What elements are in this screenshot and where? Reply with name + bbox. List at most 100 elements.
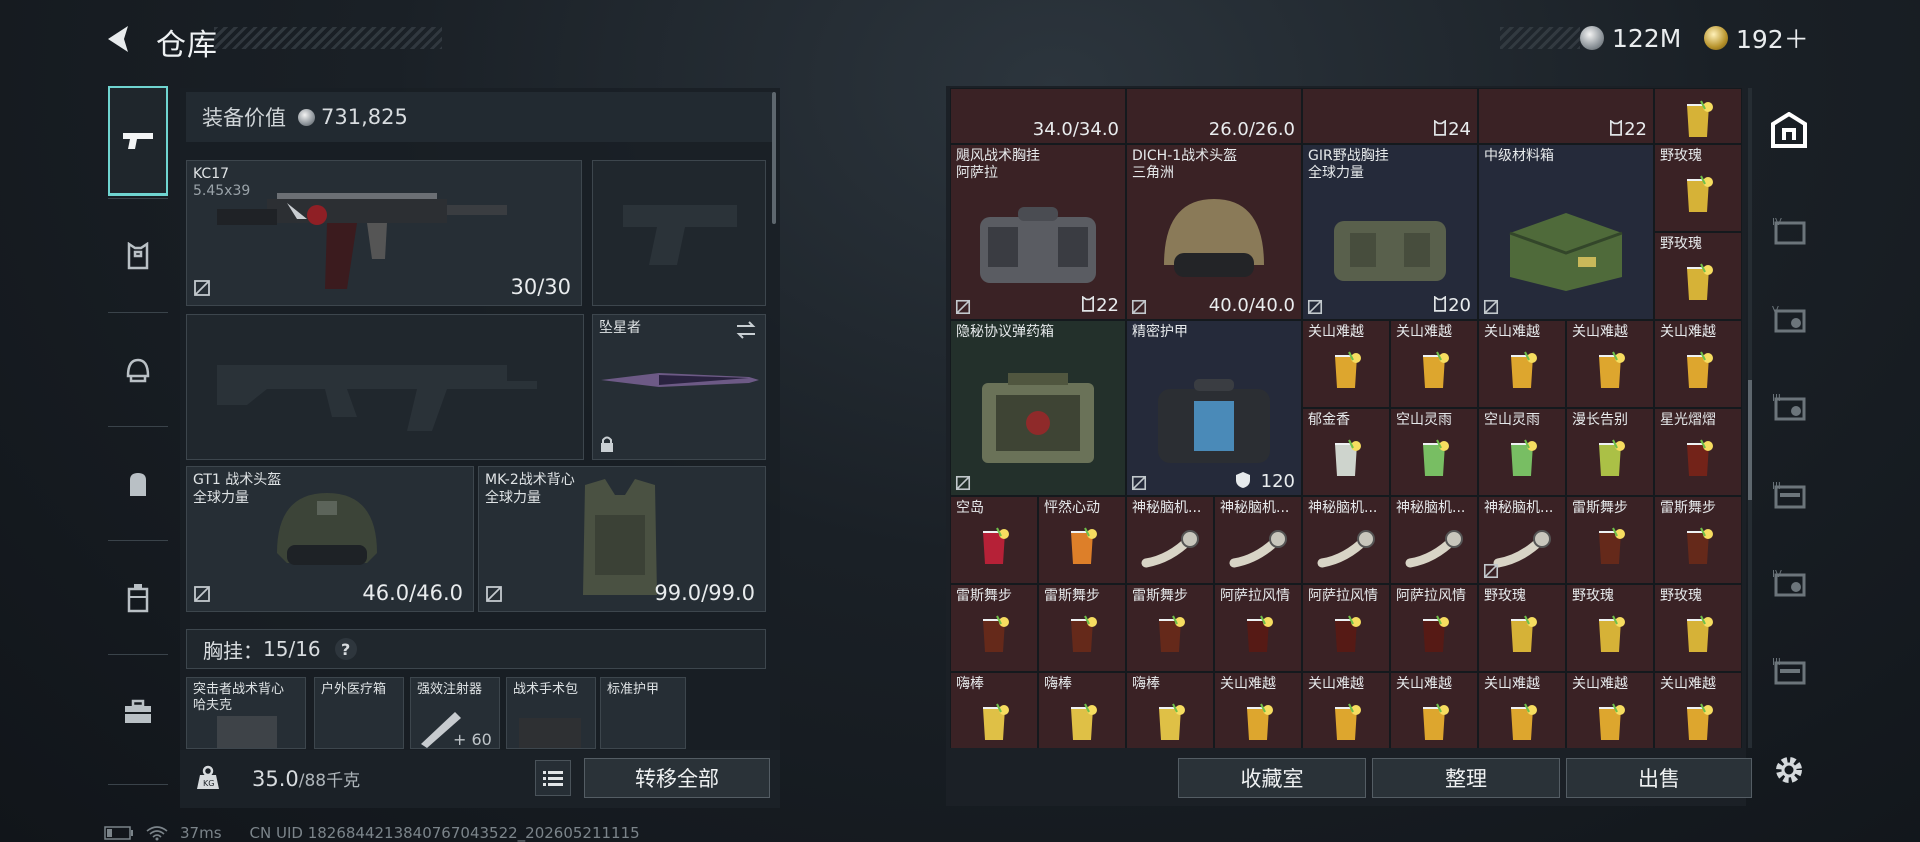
chest-rig-header[interactable]: 胸挂： 15/16 ? [186, 629, 766, 669]
stash-item[interactable]: 关山难越 [1214, 672, 1302, 748]
cocktail-image [1687, 100, 1713, 138]
stash-item[interactable]: 雷斯舞步 [1038, 584, 1126, 672]
cocktail-image [1335, 703, 1361, 740]
stash-item[interactable]: 雷斯舞步 [1654, 496, 1742, 584]
settings-button[interactable] [1762, 734, 1816, 806]
rig-item[interactable]: 强效注射器 + 60 [410, 677, 500, 749]
rig-item[interactable]: 突击者战术背心 哈夫克 [186, 677, 306, 749]
stash-tab-iii-c[interactable]: III [1762, 634, 1816, 706]
rig-item[interactable]: 战术手术包 [506, 677, 596, 749]
stash-item[interactable]: 野玫瑰 [1654, 144, 1742, 232]
stash-iii-c-icon: III [1772, 657, 1806, 685]
stash-item[interactable]: 嗨棒 [950, 672, 1038, 748]
help-icon[interactable]: ? [334, 638, 357, 660]
no-drop-icon [194, 586, 210, 602]
sidebar-tab-toolbox[interactable] [108, 656, 168, 768]
stash-cell[interactable]: 22 [1478, 88, 1654, 144]
stash-item[interactable]: 关山难越 [1302, 672, 1390, 748]
stash-item[interactable]: 关山难越 [1390, 320, 1478, 408]
stash-item[interactable]: 关山难越 [1302, 320, 1390, 408]
rig-item[interactable]: 户外医疗箱 [314, 677, 404, 749]
stash-item[interactable]: 野玫瑰 [1654, 232, 1742, 320]
sidebar-tab-weapons[interactable] [108, 86, 168, 196]
stash-item[interactable]: 关山难越 [1478, 320, 1566, 408]
stash-item[interactable]: 空山灵雨 [1478, 408, 1566, 496]
stash-item[interactable]: 关山难越 [1566, 672, 1654, 748]
stash-item[interactable]: 郁金香 [1302, 408, 1390, 496]
secondary-weapon-slot[interactable] [186, 314, 584, 460]
stash-item-large[interactable]: GIR野战胸挂 全球力量 20 [1302, 144, 1478, 320]
sidebar-tab-rig[interactable] [108, 200, 168, 312]
stash-cell[interactable] [1654, 88, 1742, 144]
sell-button[interactable]: 出售 [1566, 758, 1752, 798]
helmet-faction: 全球力量 [193, 490, 249, 506]
stash-item[interactable]: 嗨棒 [1038, 672, 1126, 748]
stash-tab-iii[interactable]: III [1762, 370, 1816, 442]
sidebar-tab-helmet[interactable] [108, 314, 168, 426]
stash-item[interactable]: 漫长告别 [1566, 408, 1654, 496]
stash-item-large[interactable]: DICH-1战术头盔 三角洲 40.0/40.0 [1126, 144, 1302, 320]
collection-room-button[interactable]: 收藏室 [1178, 758, 1366, 798]
item-name: 星光熠熠 [1660, 412, 1716, 428]
stash-cell[interactable]: 24 [1302, 88, 1478, 144]
primary-weapon-slot[interactable]: KC17 5.45x39 30/30 [186, 160, 582, 306]
stash-item[interactable]: 雷斯舞步 [950, 584, 1038, 672]
stash-item-large[interactable]: 飓风战术胸挂 阿萨拉 22 [950, 144, 1126, 320]
stash-tab-iv-b[interactable]: IV [1762, 546, 1816, 618]
stash-item[interactable]: 空岛 [950, 496, 1038, 584]
stash-tab-iv[interactable]: IV [1762, 194, 1816, 266]
stash-tab-main[interactable] [1762, 94, 1816, 166]
stash-item-large[interactable]: 隐秘协议弹药箱 [950, 320, 1126, 496]
stash-item[interactable]: 阿萨拉风情 [1390, 584, 1478, 672]
stash-item[interactable]: 空山灵雨 [1390, 408, 1478, 496]
stash-tab-iii-b[interactable]: III [1762, 458, 1816, 530]
helmet-slot[interactable]: GT1 战术头盔 全球力量 46.0/46.0 [186, 466, 474, 612]
stash-item[interactable]: 嗨棒 [1126, 672, 1214, 748]
brain-chip-image [1493, 529, 1551, 568]
stash-item[interactable]: 野玫瑰 [1566, 584, 1654, 672]
item-name: 三角洲 [1132, 165, 1174, 181]
stash-item[interactable]: 怦然心动 [1038, 496, 1126, 584]
stash-item[interactable]: 神秘脑机... [1126, 496, 1214, 584]
stash-grid: 34.0/34.0 26.0/26.0 24 22 飓风战术胸挂 阿萨拉 22 DICH-1战… [950, 88, 1742, 748]
stash-item[interactable]: 阿萨拉风情 [1214, 584, 1302, 672]
cocktail-image [1159, 615, 1185, 652]
stash-item[interactable]: 关山难越 [1654, 672, 1742, 748]
stash-item[interactable]: 雷斯舞步 [1126, 584, 1214, 672]
rig-item[interactable]: 标准护甲 [600, 677, 686, 749]
stash-item[interactable]: 关山难越 [1390, 672, 1478, 748]
stash-cell[interactable]: 34.0/34.0 [950, 88, 1126, 144]
transfer-all-button[interactable]: 转移全部 [584, 758, 770, 798]
stash-item-large[interactable]: 精密护甲 120 [1126, 320, 1302, 496]
stash-cell[interactable]: 26.0/26.0 [1126, 88, 1302, 144]
stash-item[interactable]: 雷斯舞步 [1566, 496, 1654, 584]
gold-currency[interactable]: 192＋ [1704, 22, 1809, 54]
stash-item[interactable]: 关山难越 [1566, 320, 1654, 408]
stash-scrollbar-thumb[interactable] [1748, 380, 1752, 500]
loadout-scrollbar[interactable] [772, 92, 776, 224]
stash-item[interactable]: 关山难越 [1478, 672, 1566, 748]
equipment-value-bar: 装备价值 731,825 [186, 92, 772, 142]
stash-item[interactable]: 神秘脑机... [1214, 496, 1302, 584]
stash-item[interactable]: 野玫瑰 [1478, 584, 1566, 672]
organize-button[interactable]: 整理 [1372, 758, 1560, 798]
armor-slot[interactable]: MK-2战术背心 全球力量 99.0/99.0 [478, 466, 766, 612]
silver-amount: 122M [1612, 23, 1682, 53]
melee-slot[interactable]: 坠星者 [592, 314, 766, 460]
stash-item[interactable]: 神秘脑机... [1390, 496, 1478, 584]
sidebar-tab-case[interactable] [108, 542, 168, 654]
pistol-silhouette-icon [623, 205, 737, 265]
swap-icon[interactable] [735, 321, 757, 339]
pistol-slot[interactable] [592, 160, 766, 306]
stash-tab-v[interactable]: V [1762, 282, 1816, 354]
back-arrow-icon[interactable] [102, 22, 136, 56]
stash-item[interactable]: 神秘脑机... [1478, 496, 1566, 584]
sidebar-tab-backpack[interactable] [108, 428, 168, 540]
stash-item[interactable]: 野玫瑰 [1654, 584, 1742, 672]
stash-item[interactable]: 神秘脑机... [1302, 496, 1390, 584]
stash-item-large[interactable]: 中级材料箱 [1478, 144, 1654, 320]
list-view-button[interactable] [535, 760, 571, 796]
stash-item[interactable]: 关山难越 [1654, 320, 1742, 408]
stash-item[interactable]: 星光熠熠 [1654, 408, 1742, 496]
stash-item[interactable]: 阿萨拉风情 [1302, 584, 1390, 672]
